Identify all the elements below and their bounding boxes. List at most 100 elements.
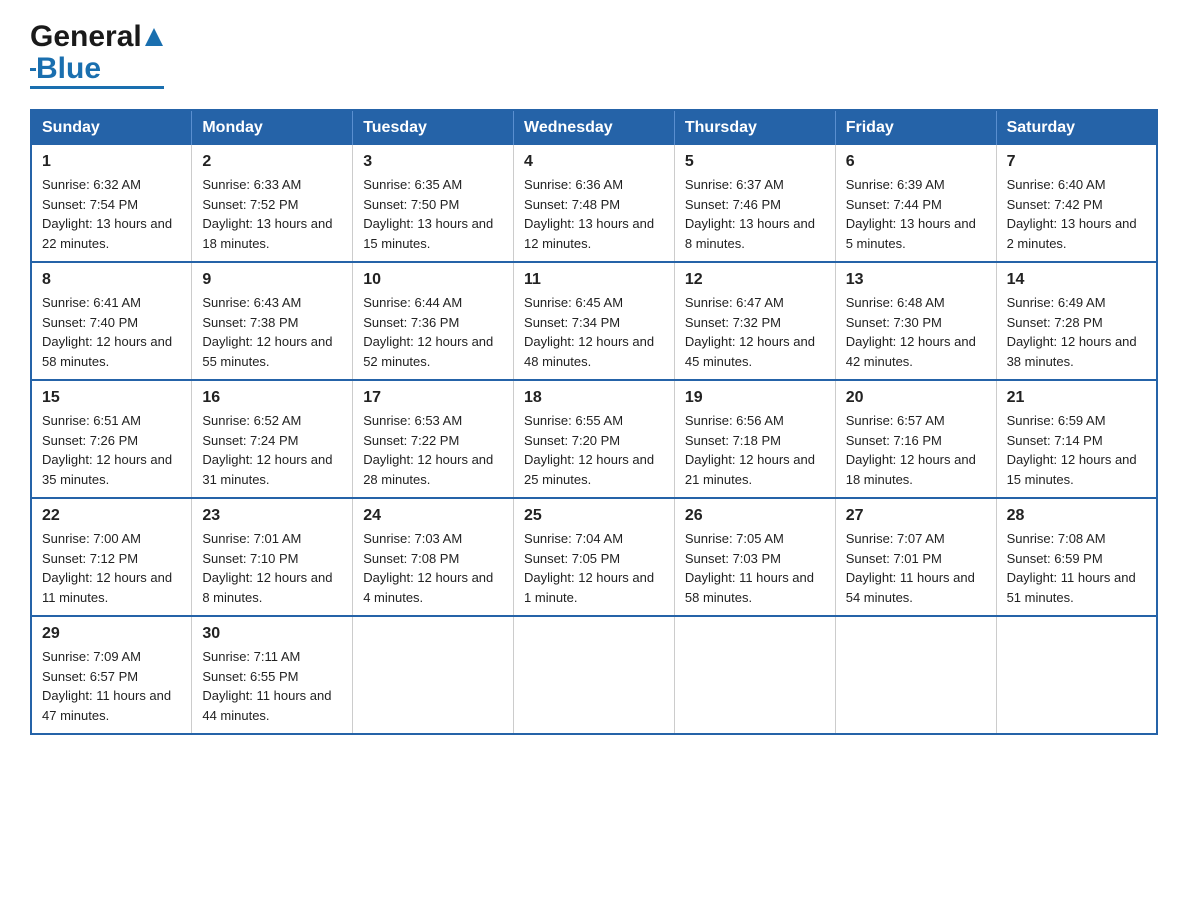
day-cell	[835, 616, 996, 734]
day-cell: 8 Sunrise: 6:41 AMSunset: 7:40 PMDayligh…	[31, 262, 192, 380]
day-cell: 18 Sunrise: 6:55 AMSunset: 7:20 PMDaylig…	[514, 380, 675, 498]
day-number: 12	[685, 271, 825, 289]
day-number: 2	[202, 153, 342, 171]
day-cell: 5 Sunrise: 6:37 AMSunset: 7:46 PMDayligh…	[674, 145, 835, 262]
day-info: Sunrise: 6:32 AMSunset: 7:54 PMDaylight:…	[42, 177, 172, 251]
day-number: 23	[202, 507, 342, 525]
day-number: 8	[42, 271, 181, 289]
day-number: 14	[1007, 271, 1146, 289]
header-sunday: Sunday	[31, 110, 192, 145]
day-info: Sunrise: 7:01 AMSunset: 7:10 PMDaylight:…	[202, 531, 332, 605]
day-number: 6	[846, 153, 986, 171]
day-number: 30	[202, 625, 342, 643]
day-cell	[674, 616, 835, 734]
day-cell: 17 Sunrise: 6:53 AMSunset: 7:22 PMDaylig…	[353, 380, 514, 498]
day-info: Sunrise: 7:08 AMSunset: 6:59 PMDaylight:…	[1007, 531, 1136, 605]
logo: General Blue	[30, 20, 164, 89]
day-info: Sunrise: 7:00 AMSunset: 7:12 PMDaylight:…	[42, 531, 172, 605]
day-cell: 24 Sunrise: 7:03 AMSunset: 7:08 PMDaylig…	[353, 498, 514, 616]
day-info: Sunrise: 7:04 AMSunset: 7:05 PMDaylight:…	[524, 531, 654, 605]
day-number: 4	[524, 153, 664, 171]
day-info: Sunrise: 6:52 AMSunset: 7:24 PMDaylight:…	[202, 413, 332, 487]
day-cell: 2 Sunrise: 6:33 AMSunset: 7:52 PMDayligh…	[192, 145, 353, 262]
day-info: Sunrise: 6:37 AMSunset: 7:46 PMDaylight:…	[685, 177, 815, 251]
day-cell	[996, 616, 1157, 734]
day-cell: 13 Sunrise: 6:48 AMSunset: 7:30 PMDaylig…	[835, 262, 996, 380]
header-friday: Friday	[835, 110, 996, 145]
day-number: 7	[1007, 153, 1146, 171]
day-cell: 1 Sunrise: 6:32 AMSunset: 7:54 PMDayligh…	[31, 145, 192, 262]
day-cell: 9 Sunrise: 6:43 AMSunset: 7:38 PMDayligh…	[192, 262, 353, 380]
day-info: Sunrise: 7:05 AMSunset: 7:03 PMDaylight:…	[685, 531, 814, 605]
day-cell: 20 Sunrise: 6:57 AMSunset: 7:16 PMDaylig…	[835, 380, 996, 498]
day-info: Sunrise: 6:49 AMSunset: 7:28 PMDaylight:…	[1007, 295, 1137, 369]
day-cell: 4 Sunrise: 6:36 AMSunset: 7:48 PMDayligh…	[514, 145, 675, 262]
day-cell: 12 Sunrise: 6:47 AMSunset: 7:32 PMDaylig…	[674, 262, 835, 380]
week-row-2: 8 Sunrise: 6:41 AMSunset: 7:40 PMDayligh…	[31, 262, 1157, 380]
day-cell: 7 Sunrise: 6:40 AMSunset: 7:42 PMDayligh…	[996, 145, 1157, 262]
day-number: 1	[42, 153, 181, 171]
day-number: 5	[685, 153, 825, 171]
logo-underline	[30, 86, 164, 89]
day-number: 3	[363, 153, 503, 171]
day-cell: 25 Sunrise: 7:04 AMSunset: 7:05 PMDaylig…	[514, 498, 675, 616]
day-info: Sunrise: 6:36 AMSunset: 7:48 PMDaylight:…	[524, 177, 654, 251]
day-cell: 23 Sunrise: 7:01 AMSunset: 7:10 PMDaylig…	[192, 498, 353, 616]
week-row-5: 29 Sunrise: 7:09 AMSunset: 6:57 PMDaylig…	[31, 616, 1157, 734]
day-info: Sunrise: 6:48 AMSunset: 7:30 PMDaylight:…	[846, 295, 976, 369]
header-monday: Monday	[192, 110, 353, 145]
day-cell	[353, 616, 514, 734]
day-number: 25	[524, 507, 664, 525]
week-row-4: 22 Sunrise: 7:00 AMSunset: 7:12 PMDaylig…	[31, 498, 1157, 616]
day-info: Sunrise: 6:45 AMSunset: 7:34 PMDaylight:…	[524, 295, 654, 369]
header-saturday: Saturday	[996, 110, 1157, 145]
day-cell: 15 Sunrise: 6:51 AMSunset: 7:26 PMDaylig…	[31, 380, 192, 498]
day-cell: 29 Sunrise: 7:09 AMSunset: 6:57 PMDaylig…	[31, 616, 192, 734]
day-number: 24	[363, 507, 503, 525]
day-number: 19	[685, 389, 825, 407]
day-info: Sunrise: 6:44 AMSunset: 7:36 PMDaylight:…	[363, 295, 493, 369]
day-info: Sunrise: 6:41 AMSunset: 7:40 PMDaylight:…	[42, 295, 172, 369]
header-wednesday: Wednesday	[514, 110, 675, 145]
day-number: 21	[1007, 389, 1146, 407]
day-number: 9	[202, 271, 342, 289]
day-number: 26	[685, 507, 825, 525]
day-number: 18	[524, 389, 664, 407]
header: General Blue	[30, 20, 1158, 89]
day-info: Sunrise: 6:53 AMSunset: 7:22 PMDaylight:…	[363, 413, 493, 487]
day-cell: 27 Sunrise: 7:07 AMSunset: 7:01 PMDaylig…	[835, 498, 996, 616]
day-number: 10	[363, 271, 503, 289]
day-info: Sunrise: 7:11 AMSunset: 6:55 PMDaylight:…	[202, 649, 331, 723]
day-cell: 14 Sunrise: 6:49 AMSunset: 7:28 PMDaylig…	[996, 262, 1157, 380]
day-info: Sunrise: 7:07 AMSunset: 7:01 PMDaylight:…	[846, 531, 975, 605]
day-info: Sunrise: 6:39 AMSunset: 7:44 PMDaylight:…	[846, 177, 976, 251]
header-tuesday: Tuesday	[353, 110, 514, 145]
day-cell: 16 Sunrise: 6:52 AMSunset: 7:24 PMDaylig…	[192, 380, 353, 498]
day-info: Sunrise: 7:09 AMSunset: 6:57 PMDaylight:…	[42, 649, 171, 723]
day-cell: 3 Sunrise: 6:35 AMSunset: 7:50 PMDayligh…	[353, 145, 514, 262]
day-info: Sunrise: 6:59 AMSunset: 7:14 PMDaylight:…	[1007, 413, 1137, 487]
day-number: 29	[42, 625, 181, 643]
calendar-table: Sunday Monday Tuesday Wednesday Thursday…	[30, 109, 1158, 735]
day-info: Sunrise: 6:40 AMSunset: 7:42 PMDaylight:…	[1007, 177, 1137, 251]
day-info: Sunrise: 6:57 AMSunset: 7:16 PMDaylight:…	[846, 413, 976, 487]
day-number: 22	[42, 507, 181, 525]
day-info: Sunrise: 6:56 AMSunset: 7:18 PMDaylight:…	[685, 413, 815, 487]
day-number: 16	[202, 389, 342, 407]
day-cell: 22 Sunrise: 7:00 AMSunset: 7:12 PMDaylig…	[31, 498, 192, 616]
day-number: 27	[846, 507, 986, 525]
week-row-3: 15 Sunrise: 6:51 AMSunset: 7:26 PMDaylig…	[31, 380, 1157, 498]
day-cell: 28 Sunrise: 7:08 AMSunset: 6:59 PMDaylig…	[996, 498, 1157, 616]
week-row-1: 1 Sunrise: 6:32 AMSunset: 7:54 PMDayligh…	[31, 145, 1157, 262]
day-info: Sunrise: 6:43 AMSunset: 7:38 PMDaylight:…	[202, 295, 332, 369]
logo-bottom: Blue	[30, 54, 101, 84]
day-cell: 21 Sunrise: 6:59 AMSunset: 7:14 PMDaylig…	[996, 380, 1157, 498]
day-number: 17	[363, 389, 503, 407]
day-number: 15	[42, 389, 181, 407]
day-number: 13	[846, 271, 986, 289]
day-cell: 19 Sunrise: 6:56 AMSunset: 7:18 PMDaylig…	[674, 380, 835, 498]
day-cell: 11 Sunrise: 6:45 AMSunset: 7:34 PMDaylig…	[514, 262, 675, 380]
weekday-header-row: Sunday Monday Tuesday Wednesday Thursday…	[31, 110, 1157, 145]
day-info: Sunrise: 7:03 AMSunset: 7:08 PMDaylight:…	[363, 531, 493, 605]
logo-blue-text: Blue	[36, 54, 101, 84]
